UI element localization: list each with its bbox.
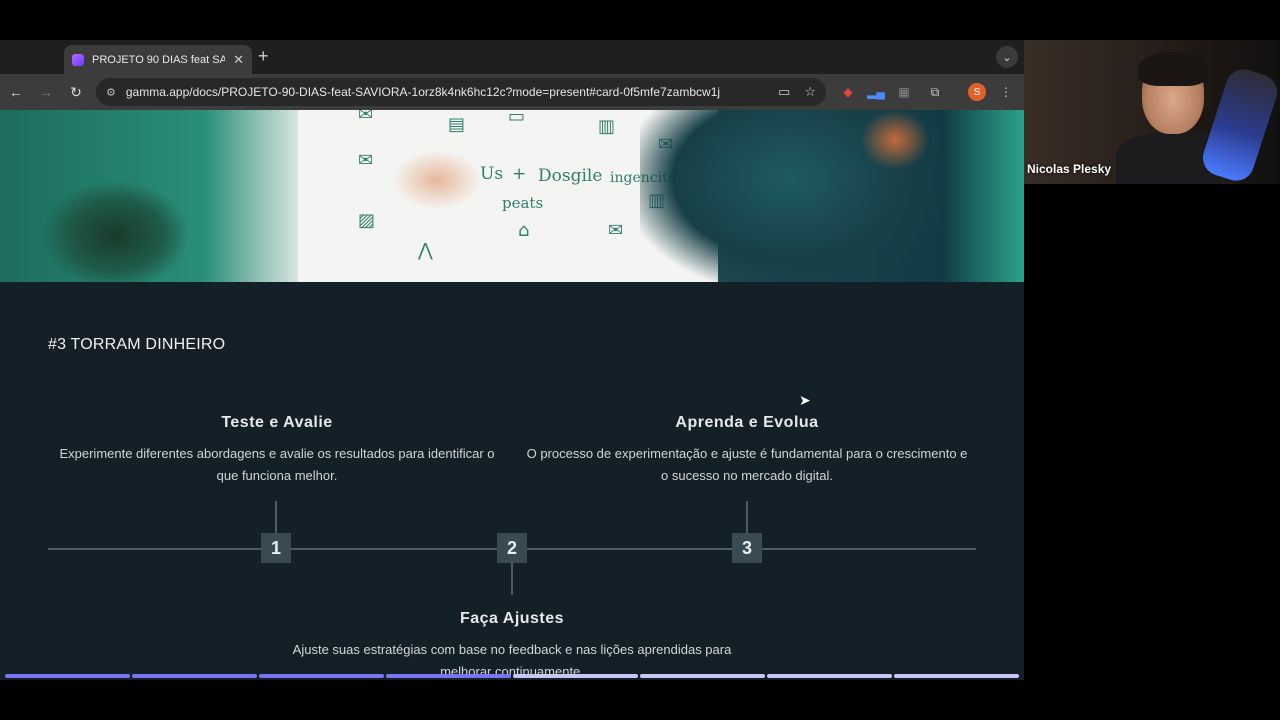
timeline-stem-1: [275, 501, 277, 533]
board-word: peats: [502, 194, 544, 212]
progress-segment[interactable]: [259, 674, 384, 678]
progress-segment[interactable]: [132, 674, 257, 678]
step-3-description: O processo de experimentação e ajuste é …: [526, 446, 968, 483]
step-1-description: Experimente diferentes abordagens e aval…: [59, 446, 495, 483]
url-text[interactable]: gamma.app/docs/PROJETO-90-DIAS-feat-SAVI…: [126, 85, 778, 99]
progress-segment[interactable]: [5, 674, 130, 678]
timeline-stem-2: [511, 563, 513, 595]
address-bar[interactable]: ⚙ gamma.app/docs/PROJETO-90-DIAS-feat-SA…: [96, 78, 826, 106]
extension-shield-icon[interactable]: ◆: [840, 80, 856, 104]
step-3-number: 3: [732, 533, 762, 563]
house-doodle-icon: ⌂: [518, 220, 530, 241]
presentation-card: ✉ ▤ ▭ ▥ ✉ ✉ ▨ ⋀ ⌂ ✉ ▥ Us + Dosgile ingen…: [0, 110, 1024, 680]
extension-grid-icon[interactable]: ▦: [896, 80, 912, 104]
gamma-favicon-icon: [72, 53, 84, 66]
envelope-doodle-icon: ✉: [608, 220, 624, 241]
new-tab-button[interactable]: +: [258, 46, 269, 67]
browser-tab[interactable]: PROJETO 90 DIAS feat SAVIORA ✕: [64, 45, 252, 74]
board-word: Us: [480, 164, 504, 184]
progress-segment[interactable]: [640, 674, 765, 678]
tab-search-chevron-icon[interactable]: ⌄: [996, 46, 1018, 68]
mouse-cursor-icon: ➤: [799, 392, 811, 408]
site-info-icon[interactable]: ⚙: [106, 86, 116, 99]
envelope-doodle-icon: ✉: [358, 110, 374, 125]
extensions-puzzle-icon[interactable]: ⧉: [926, 80, 944, 104]
board-word: +: [512, 164, 527, 184]
browser-window: PROJETO 90 DIAS feat SAVIORA ✕ + ⌄ ← → ↻…: [0, 40, 1024, 680]
cast-icon[interactable]: ▭: [778, 84, 790, 100]
section-title: #3 TORRAM DINHEIRO: [48, 336, 226, 353]
chart-doodle-icon: ▭: [508, 110, 526, 127]
browser-toolbar: ← → ↻ ⚙ gamma.app/docs/PROJETO-90-DIAS-f…: [0, 74, 1024, 110]
board-word: Dosgile: [538, 166, 603, 186]
slide-progress-bar: [5, 674, 1019, 678]
reload-icon[interactable]: ↻: [62, 78, 90, 106]
progress-segment[interactable]: [894, 674, 1019, 678]
speaker-hair: [1138, 52, 1208, 86]
tab-title: PROJETO 90 DIAS feat SAVIORA: [92, 53, 226, 66]
microphone-icon: [1198, 64, 1280, 184]
presenter-hair: [860, 110, 930, 170]
tab-strip: PROJETO 90 DIAS feat SAVIORA ✕ + ⌄: [0, 40, 1024, 74]
back-arrow-icon[interactable]: ←: [2, 78, 30, 106]
webcam-overlay: Nicolas Plesky: [1024, 40, 1280, 184]
step-1-number: 1: [261, 533, 291, 563]
speaker-name: Nicolas Plesky: [1027, 162, 1112, 176]
hand-with-marker: [392, 150, 482, 210]
hero-image: ✉ ▤ ▭ ▥ ✉ ✉ ▨ ⋀ ⌂ ✉ ▥ Us + Dosgile ingen…: [0, 110, 1024, 282]
zigzag-doodle-icon: ⋀: [418, 240, 433, 261]
bookmark-star-icon[interactable]: ☆: [804, 84, 816, 100]
step-2-heading: Faça Ajustes: [459, 610, 565, 627]
step-3-heading: Aprenda e Evolua: [675, 414, 819, 431]
browser-menu-icon[interactable]: ⋮: [998, 80, 1014, 104]
envelope-doodle-icon: ✉: [358, 150, 374, 171]
document-doodle-icon: ▤: [448, 114, 466, 135]
graph-doodle-icon: ▨: [358, 210, 376, 231]
close-tab-icon[interactable]: ✕: [233, 52, 244, 68]
progress-segment[interactable]: [767, 674, 892, 678]
forward-arrow-icon[interactable]: →: [32, 78, 60, 106]
timeline-stem-3: [746, 501, 748, 533]
profile-avatar[interactable]: S: [968, 83, 986, 101]
plant-decoration: [40, 180, 190, 282]
step-2-number: 2: [497, 533, 527, 563]
step-1-heading: Teste e Avalie: [221, 414, 333, 431]
progress-segment[interactable]: [513, 674, 638, 678]
extension-bars-icon[interactable]: ▂▄: [867, 80, 885, 104]
bars-doodle-icon: ▥: [598, 116, 616, 137]
progress-segment[interactable]: [386, 674, 511, 678]
